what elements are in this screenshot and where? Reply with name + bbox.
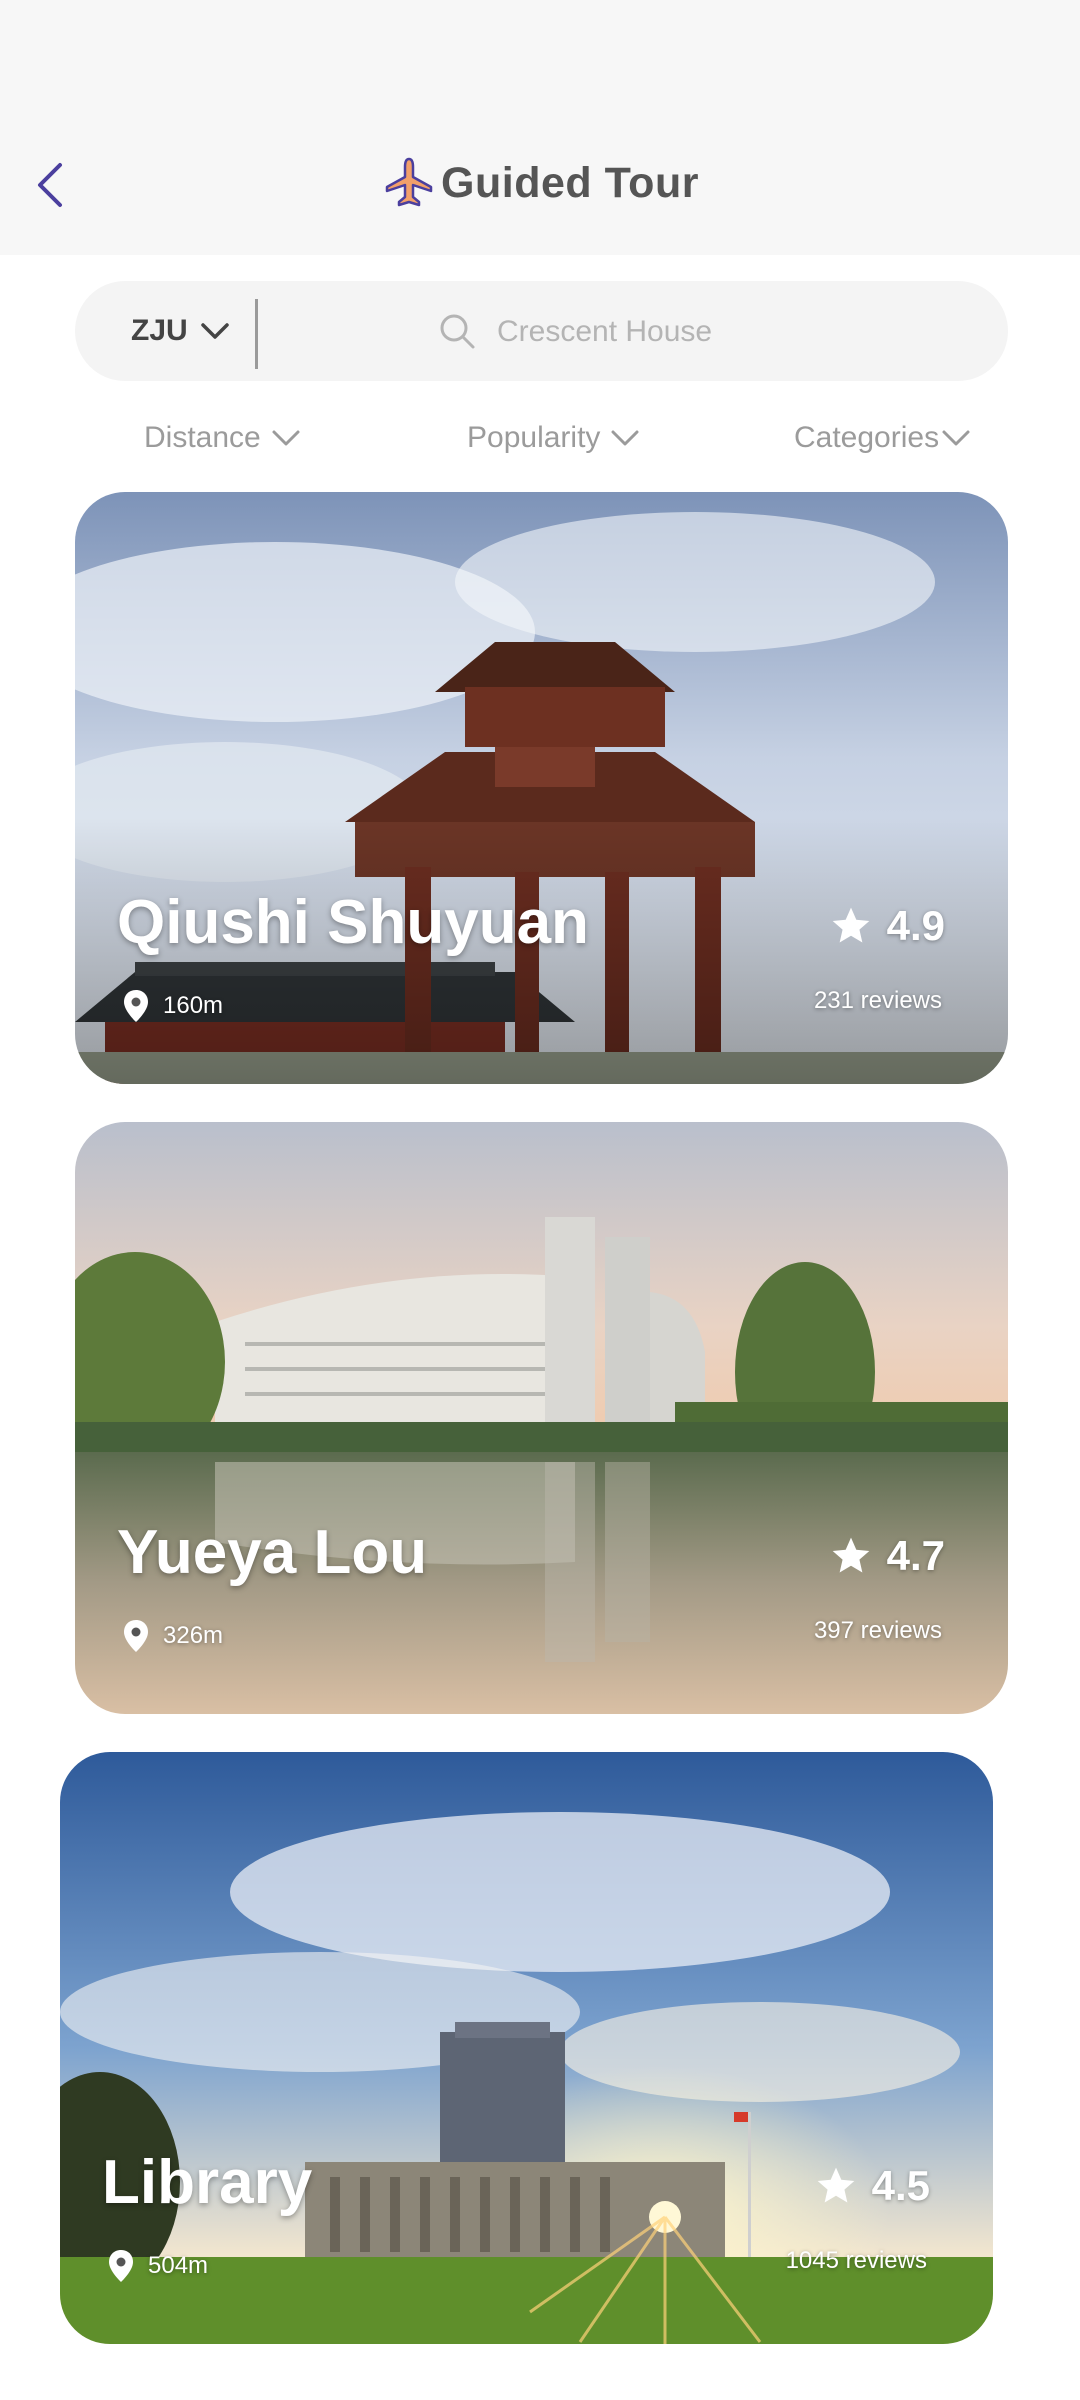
filter-categories[interactable]: Categories	[794, 408, 971, 468]
location-pin-icon	[124, 990, 148, 1022]
chevron-down-icon	[272, 430, 300, 446]
place-distance-label: 326m	[163, 1622, 224, 1649]
search-icon	[440, 314, 475, 349]
place-distance: 326m	[123, 1619, 223, 1653]
filter-popularity-label: Popularity	[467, 421, 601, 454]
place-reviews: 231 reviews	[813, 987, 942, 1014]
place-rating: 4.7	[829, 1532, 945, 1580]
place-name: Qiushi Shuyuan	[117, 888, 589, 957]
search-divider	[255, 299, 258, 369]
place-card[interactable]: Qiushi Shuyuan 160m 4.9 231 reviews	[75, 492, 1008, 1084]
place-reviews: 397 reviews	[813, 1617, 942, 1644]
city-dropdown[interactable]: ZJU	[131, 281, 230, 381]
filter-bar: Distance Popularity Categories	[0, 408, 1080, 468]
place-distance-label: 504m	[148, 2252, 209, 2279]
chevron-down-icon	[611, 430, 639, 446]
filter-popularity[interactable]: Popularity	[467, 408, 640, 468]
location-pin-icon	[124, 1620, 148, 1652]
search-bar: ZJU	[75, 281, 1008, 381]
place-reviews: 1045 reviews	[785, 2247, 927, 2274]
star-icon	[832, 1537, 869, 1573]
filter-distance[interactable]: Distance	[144, 408, 301, 468]
place-rating-value: 4.9	[886, 902, 945, 949]
filter-categories-label: Categories	[794, 421, 940, 454]
page-title-group: Guided Tour	[0, 148, 1080, 218]
city-dropdown-label: ZJU	[131, 314, 188, 347]
chevron-down-icon	[200, 323, 229, 339]
place-distance: 160m	[123, 989, 223, 1023]
place-rating-value: 4.5	[871, 2162, 930, 2209]
place-rating-value: 4.7	[886, 1532, 945, 1579]
star-icon	[817, 2167, 854, 2203]
search-input[interactable]	[495, 301, 959, 363]
filter-distance-label: Distance	[144, 421, 261, 454]
place-card[interactable]: Library 504m 4.5 1045 reviews	[60, 1752, 993, 2344]
place-name: Yueya Lou	[117, 1518, 428, 1587]
page-title: Guided Tour	[441, 158, 699, 207]
airplane-icon	[385, 157, 433, 207]
place-rating: 4.9	[829, 902, 945, 950]
place-name: Library	[102, 2148, 313, 2217]
place-distance: 504m	[108, 2249, 208, 2283]
place-distance-label: 160m	[163, 992, 224, 1019]
star-icon	[832, 907, 869, 943]
chevron-down-icon	[942, 430, 970, 446]
place-rating: 4.5	[814, 2162, 930, 2210]
location-pin-icon	[109, 2250, 133, 2282]
place-card[interactable]: Yueya Lou 326m 4.7 397 reviews	[75, 1122, 1008, 1714]
app-header: Guided Tour	[0, 0, 1080, 255]
